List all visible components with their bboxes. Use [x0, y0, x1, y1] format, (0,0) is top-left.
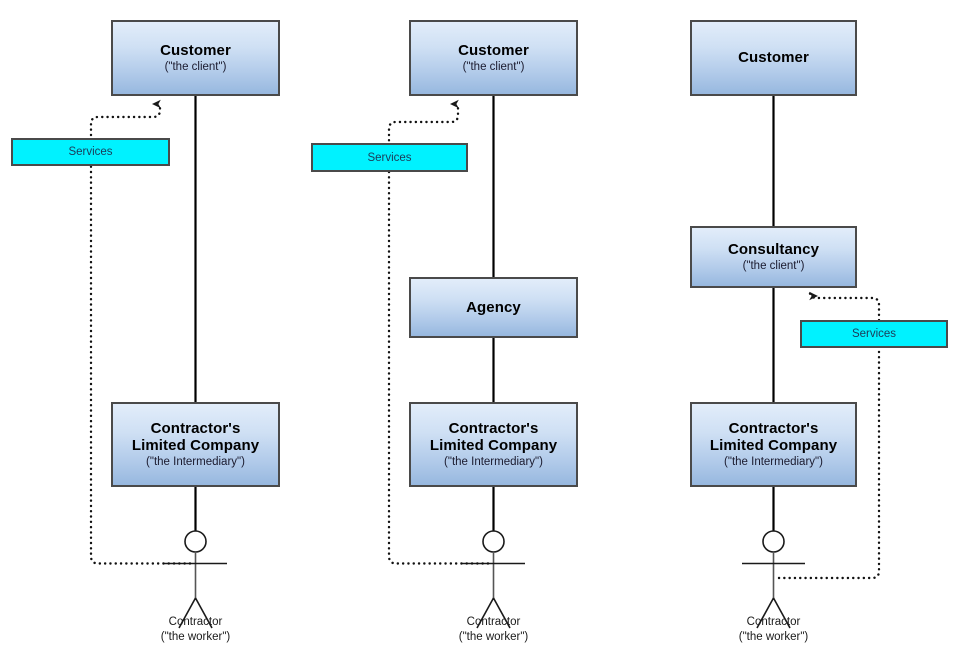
stick-figure-icon-head-c1 — [184, 530, 207, 553]
stick-figure-icon-head-c3 — [762, 530, 785, 553]
node-title-line2: Limited Company — [709, 437, 838, 455]
node-title-line1: Contractor's — [150, 419, 241, 437]
node-intermediary-scenario-3[interactable]: Contractor's Limited Company ("the Inter… — [690, 402, 857, 487]
label-text: Services — [68, 146, 113, 158]
node-subtitle: ("the client") — [164, 60, 227, 73]
node-consultancy-scenario-3[interactable]: Consultancy ("the client") — [690, 226, 857, 288]
stick-figure-icon-head-c2 — [482, 530, 505, 553]
services-flow-c1 — [89, 99, 192, 565]
node-title-line1: Contractor's — [448, 419, 539, 437]
label-services-scenario-3[interactable]: Services — [800, 320, 948, 348]
label-services-scenario-2[interactable]: Services — [311, 143, 468, 172]
label-text: Services — [851, 328, 897, 340]
node-customer-scenario-2[interactable]: Customer ("the client") — [409, 20, 578, 96]
node-intermediary-scenario-2[interactable]: Contractor's Limited Company ("the Inter… — [409, 402, 578, 487]
ir35-engagement-diagram: Customer ("the client") Services Contrac… — [0, 0, 963, 662]
node-title: Customer — [458, 41, 529, 59]
node-subtitle: ("the client") — [462, 60, 525, 73]
node-agency-scenario-2[interactable]: Agency — [409, 277, 578, 338]
node-title: Customer — [160, 41, 231, 59]
node-subtitle: ("the Intermediary") — [146, 455, 245, 468]
actor-subtitle: ("the worker") — [160, 630, 231, 643]
node-title-line1: Contractor's — [728, 419, 819, 437]
label-text: Services — [367, 151, 412, 164]
actor-subtitle: ("the worker") — [458, 630, 529, 643]
actor-caption-scenario-1: Contractor ("the worker") — [125, 615, 266, 645]
node-customer-scenario-1[interactable]: Customer ("the client") — [111, 20, 280, 96]
actor-name: Contractor — [746, 616, 801, 628]
actor-name: Contractor — [168, 616, 223, 628]
node-intermediary-scenario-1[interactable]: Contractor's Limited Company ("the Inter… — [111, 402, 280, 487]
node-customer-scenario-3[interactable]: Customer — [690, 20, 857, 96]
label-services-scenario-1[interactable]: Services — [11, 138, 170, 166]
actor-caption-scenario-2: Contractor ("the worker") — [423, 615, 564, 645]
node-subtitle: ("the Intermediary") — [444, 455, 543, 468]
node-title: Consultancy — [727, 240, 820, 258]
node-subtitle: ("the client") — [742, 259, 805, 272]
node-title-line2: Limited Company — [429, 437, 558, 455]
node-title: Customer — [738, 49, 809, 67]
node-subtitle: ("the Intermediary") — [724, 455, 823, 468]
node-title-line2: Limited Company — [131, 437, 260, 455]
node-title: Agency — [466, 298, 521, 316]
actor-subtitle: ("the worker") — [738, 630, 809, 643]
actor-name: Contractor — [466, 616, 521, 628]
actor-caption-scenario-3: Contractor ("the worker") — [703, 615, 844, 645]
